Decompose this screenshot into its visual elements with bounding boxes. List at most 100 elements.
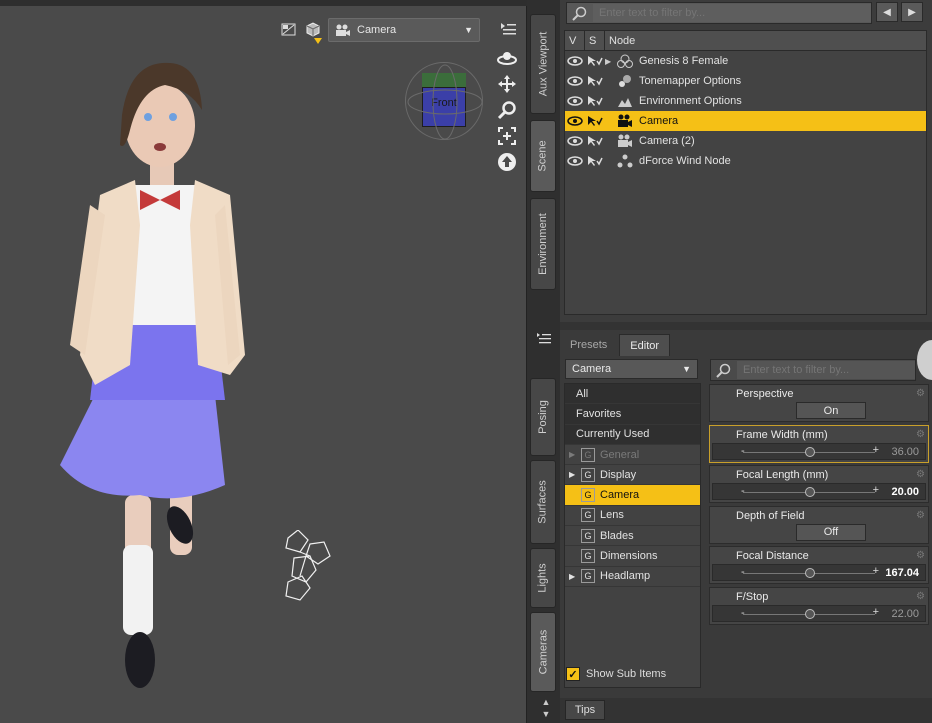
tab-environment[interactable]: Environment <box>530 198 556 290</box>
render-preview-icon[interactable] <box>280 21 298 39</box>
selectable-icon[interactable] <box>585 155 605 167</box>
slider-knob[interactable] <box>805 568 815 578</box>
camera-gizmo-icon[interactable] <box>280 530 350 605</box>
gear-icon[interactable]: ⚙ <box>916 429 925 440</box>
selectable-icon[interactable] <box>585 55 605 67</box>
zoom-icon[interactable] <box>495 100 519 120</box>
property-f-stop[interactable]: F/Stop ⚙ - + 22.00 <box>709 586 929 625</box>
node-select[interactable]: Camera ▼ <box>565 359 698 379</box>
scene-row[interactable]: dForce Wind Node <box>565 151 926 171</box>
selectable-icon[interactable] <box>585 95 605 107</box>
plus-icon[interactable]: + <box>873 565 879 577</box>
slider-knob[interactable] <box>805 487 815 497</box>
plus-icon[interactable]: + <box>873 444 879 456</box>
expand-arrow-icon[interactable]: ▶ <box>569 572 579 581</box>
tab-posing[interactable]: Posing <box>530 378 556 456</box>
scene-filter[interactable] <box>566 2 872 24</box>
gear-icon[interactable]: ⚙ <box>916 510 925 521</box>
tab-editor[interactable]: Editor <box>619 334 671 356</box>
minus-icon[interactable]: - <box>741 607 745 619</box>
property-value[interactable]: 22.00 <box>891 608 919 620</box>
tab-aux-viewport[interactable]: Aux Viewport <box>530 14 556 114</box>
property-group-item[interactable]: G Lens <box>565 506 700 527</box>
pane-splitter[interactable] <box>560 322 932 330</box>
eye-icon[interactable] <box>565 156 585 166</box>
arrow-down-icon[interactable]: ▼ <box>542 708 551 720</box>
tab-scroll-arrows[interactable]: ▲ ▼ <box>537 696 555 722</box>
eye-icon[interactable] <box>565 116 585 126</box>
next-button[interactable]: ▶ <box>901 2 923 22</box>
property-group-item[interactable]: Currently Used <box>565 424 700 445</box>
slider-knob[interactable] <box>805 608 815 619</box>
property-group-item[interactable]: ▶ G General <box>565 445 700 466</box>
header-node[interactable]: Node <box>605 31 926 50</box>
minus-icon[interactable]: - <box>741 445 745 457</box>
property-value[interactable]: 20.00 <box>891 486 919 498</box>
expand-arrow-icon[interactable]: ▶ <box>605 57 615 66</box>
gear-icon[interactable]: ⚙ <box>916 469 925 480</box>
scene-search-input[interactable] <box>593 4 871 22</box>
gear-icon[interactable]: ⚙ <box>916 550 925 561</box>
eye-icon[interactable] <box>565 96 585 106</box>
tab-scene[interactable]: Scene <box>530 120 556 192</box>
expand-arrow-icon[interactable]: ▶ <box>569 450 579 459</box>
property-value[interactable]: 167.04 <box>885 567 919 579</box>
view-cube[interactable]: Front <box>405 62 483 140</box>
tab-cameras[interactable]: Cameras <box>530 612 556 692</box>
arrow-up-icon[interactable]: ▲ <box>542 696 551 708</box>
property-filter[interactable] <box>710 359 916 381</box>
scene-row[interactable]: ▶ Genesis 8 Female <box>565 51 926 71</box>
header-selectable[interactable]: S <box>585 31 605 50</box>
tab-presets[interactable]: Presets <box>560 334 618 356</box>
property-group-item[interactable]: ▶ G Headlamp <box>565 567 700 587</box>
property-slider[interactable]: - + 36.00 <box>712 442 926 460</box>
property-group-item[interactable]: G Dimensions <box>565 546 700 567</box>
property-search-input[interactable] <box>737 361 915 379</box>
previous-button[interactable]: ◀ <box>876 2 898 22</box>
slider-knob[interactable] <box>805 446 815 457</box>
property-group-item[interactable]: All <box>565 384 700 405</box>
gear-icon[interactable]: ⚙ <box>916 591 925 602</box>
selectable-icon[interactable] <box>585 75 605 87</box>
scene-row[interactable]: Environment Options <box>565 91 926 111</box>
property-toggle[interactable]: On <box>796 402 866 419</box>
scene-row[interactable]: Camera (2) <box>565 131 926 151</box>
property-value[interactable]: 36.00 <box>891 446 919 458</box>
property-perspective[interactable]: Perspective ⚙ On <box>709 384 929 422</box>
camera-select[interactable]: Camera ▼ <box>328 18 480 42</box>
pan-icon[interactable] <box>495 74 519 94</box>
show-sub-items-checkbox[interactable]: ✓ Show Sub Items <box>566 667 666 681</box>
property-focal-length-mm[interactable]: Focal Length (mm) ⚙ - + 20.00 <box>709 465 929 503</box>
eye-icon[interactable] <box>565 56 585 66</box>
scene-row[interactable]: Camera <box>565 111 926 131</box>
pane-menu-icon[interactable] <box>536 332 552 346</box>
tab-surfaces[interactable]: Surfaces <box>530 460 556 544</box>
header-visible[interactable]: V <box>565 31 585 50</box>
plus-icon[interactable]: + <box>873 606 879 618</box>
selectable-icon[interactable] <box>585 135 605 147</box>
property-group-item[interactable]: G Camera <box>565 485 700 506</box>
property-slider[interactable]: - + 20.00 <box>712 483 926 500</box>
property-frame-width-mm[interactable]: Frame Width (mm) ⚙ - + 36.00 <box>709 424 929 463</box>
plus-icon[interactable]: + <box>873 484 879 496</box>
property-focal-distance[interactable]: Focal Distance ⚙ - + 167.04 <box>709 546 929 584</box>
property-depth-of-field[interactable]: Depth of Field ⚙ Off <box>709 505 929 544</box>
minus-icon[interactable]: - <box>741 566 745 578</box>
viewport-menu-icon[interactable] <box>499 20 517 38</box>
gear-icon[interactable]: ⚙ <box>916 388 925 399</box>
tab-tips[interactable]: Tips <box>565 700 605 720</box>
property-group-item[interactable]: ▶ G Display <box>565 465 700 486</box>
draw-style-icon[interactable] <box>304 21 322 44</box>
tab-lights[interactable]: Lights <box>530 548 556 608</box>
selectable-icon[interactable] <box>585 115 605 127</box>
eye-icon[interactable] <box>565 136 585 146</box>
property-slider[interactable]: - + 22.00 <box>712 604 926 622</box>
eye-icon[interactable] <box>565 76 585 86</box>
expand-arrow-icon[interactable]: ▶ <box>569 470 579 479</box>
orbit-icon[interactable] <box>495 48 519 68</box>
scene-row[interactable]: Tonemapper Options <box>565 71 926 91</box>
property-toggle[interactable]: Off <box>796 523 866 541</box>
property-group-item[interactable]: G Blades <box>565 526 700 547</box>
property-slider[interactable]: - + 167.04 <box>712 564 926 581</box>
property-group-item[interactable]: Favorites <box>565 404 700 425</box>
